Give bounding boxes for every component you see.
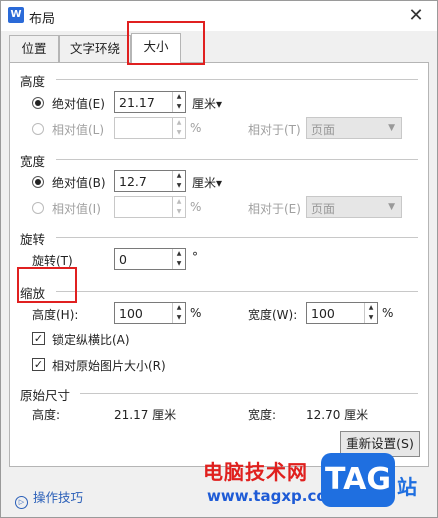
scale-width-input[interactable]: 100 ▲ ▼	[306, 302, 378, 324]
width-unit-dropdown[interactable]: 厘米▾	[192, 174, 222, 191]
original-width-label: 宽度:	[248, 408, 277, 422]
width-relative-to-select[interactable]: 页面 ▼	[306, 196, 402, 218]
watermark-zhan: 站	[397, 475, 417, 499]
height-group-title: 高度	[20, 74, 46, 89]
height-relative-to-select[interactable]: 页面 ▼	[306, 117, 402, 139]
scale-height-value: 100	[119, 306, 143, 321]
width-group-title: 宽度	[20, 154, 46, 169]
divider	[56, 237, 418, 238]
height-absolute-value: 21.17	[119, 95, 155, 110]
width-absolute-radio[interactable]	[32, 176, 44, 188]
title-bar: W 布局 ✕	[1, 1, 437, 31]
divider	[80, 393, 418, 394]
spin-down-icon[interactable]: ▼	[173, 313, 185, 323]
scale-width-unit: %	[382, 306, 394, 320]
original-width-value: 12.70 厘米	[306, 408, 369, 422]
scale-height-label: 高度(H):	[32, 308, 79, 322]
spin-down-icon[interactable]: ▼	[173, 128, 185, 138]
width-absolute-value: 12.7	[119, 174, 147, 189]
watermark-text: 电脑技术网	[203, 460, 308, 484]
spin-down-icon[interactable]: ▼	[173, 102, 185, 112]
original-height-value: 21.17 厘米	[114, 408, 177, 422]
rotate-value: 0	[119, 252, 127, 267]
spin-down-icon[interactable]: ▼	[173, 259, 185, 269]
original-height-label: 高度:	[32, 408, 61, 422]
size-panel: 高度 绝对值(E) 21.17 ▲ ▼ 厘米▾ 相对值(L) ▲ ▼ % 相对于(T…	[9, 62, 429, 467]
height-unit-dropdown[interactable]: 厘米▾	[192, 95, 222, 112]
original-group-title: 原始尺寸	[20, 388, 71, 403]
spin-up-icon[interactable]: ▲	[365, 303, 377, 313]
watermark-tag-logo: TAG	[321, 453, 395, 507]
tips-link[interactable]: ▷ 操作技巧	[15, 487, 83, 509]
scale-group-title: 缩放	[20, 286, 46, 301]
layout-dialog: W 布局 ✕ 位置 文字环绕 大小 高度 绝对值(E) 21.17 ▲ ▼ 厘米▾…	[0, 0, 438, 518]
lock-aspect-checkbox[interactable]: ✓	[32, 332, 45, 345]
watermark: 电脑技术网 www.tagxp.com TAG 站	[201, 453, 433, 515]
tips-link-label: 操作技巧	[33, 490, 84, 505]
height-relative-input[interactable]: ▲ ▼	[114, 117, 186, 139]
scale-height-input[interactable]: 100 ▲ ▼	[114, 302, 186, 324]
spin-up-icon[interactable]: ▲	[173, 197, 185, 207]
scale-width-value: 100	[311, 306, 335, 321]
divider	[56, 159, 418, 160]
width-relative-label: 相对值(I)	[52, 202, 101, 216]
lock-aspect-label: 锁定纵横比(A)	[52, 333, 130, 347]
divider	[56, 79, 418, 80]
spin-down-icon[interactable]: ▼	[173, 181, 185, 191]
chevron-down-icon: ▼	[388, 202, 395, 212]
rotate-input[interactable]: 0 ▲ ▼	[114, 248, 186, 270]
spin-up-icon[interactable]: ▲	[173, 92, 185, 102]
close-button[interactable]: ✕	[405, 5, 427, 27]
spin-up-icon[interactable]: ▲	[173, 171, 185, 181]
scale-width-label: 宽度(W):	[248, 308, 298, 322]
width-relative-to-label: 相对于(E)	[248, 202, 301, 216]
width-relative-radio[interactable]	[32, 202, 44, 214]
rotate-group-title: 旋转	[20, 232, 46, 247]
scale-height-unit: %	[190, 306, 202, 320]
height-absolute-input[interactable]: 21.17 ▲ ▼	[114, 91, 186, 113]
height-absolute-label: 绝对值(E)	[52, 97, 105, 111]
spin-up-icon[interactable]: ▲	[173, 118, 185, 128]
play-circle-icon: ▷	[15, 496, 28, 509]
tab-text-wrap[interactable]: 文字环绕	[59, 35, 131, 63]
height-relative-unit: %	[190, 121, 202, 135]
spin-down-icon[interactable]: ▼	[173, 207, 185, 217]
relative-original-label: 相对原始图片大小(R)	[52, 359, 166, 373]
width-relative-input[interactable]: ▲ ▼	[114, 196, 186, 218]
divider	[56, 291, 418, 292]
wps-logo-icon: W	[8, 7, 24, 23]
spin-down-icon[interactable]: ▼	[365, 313, 377, 323]
width-absolute-label: 绝对值(B)	[52, 176, 106, 190]
height-absolute-radio[interactable]	[32, 97, 44, 109]
spin-up-icon[interactable]: ▲	[173, 303, 185, 313]
width-relative-unit: %	[190, 200, 202, 214]
height-relative-radio[interactable]	[32, 123, 44, 135]
height-relative-label: 相对值(L)	[52, 123, 105, 137]
relative-original-checkbox[interactable]: ✓	[32, 358, 45, 371]
select-value: 页面	[311, 123, 336, 137]
rotate-unit: °	[192, 250, 198, 264]
chevron-down-icon: ▼	[388, 123, 395, 133]
tab-size[interactable]: 大小	[131, 33, 181, 64]
dialog-title: 布局	[29, 12, 56, 27]
rotate-label: 旋转(T)	[32, 254, 73, 268]
select-value: 页面	[311, 202, 336, 216]
spin-up-icon[interactable]: ▲	[173, 249, 185, 259]
height-relative-to-label: 相对于(T)	[248, 123, 301, 137]
width-absolute-input[interactable]: 12.7 ▲ ▼	[114, 170, 186, 192]
tab-position[interactable]: 位置	[9, 35, 59, 63]
